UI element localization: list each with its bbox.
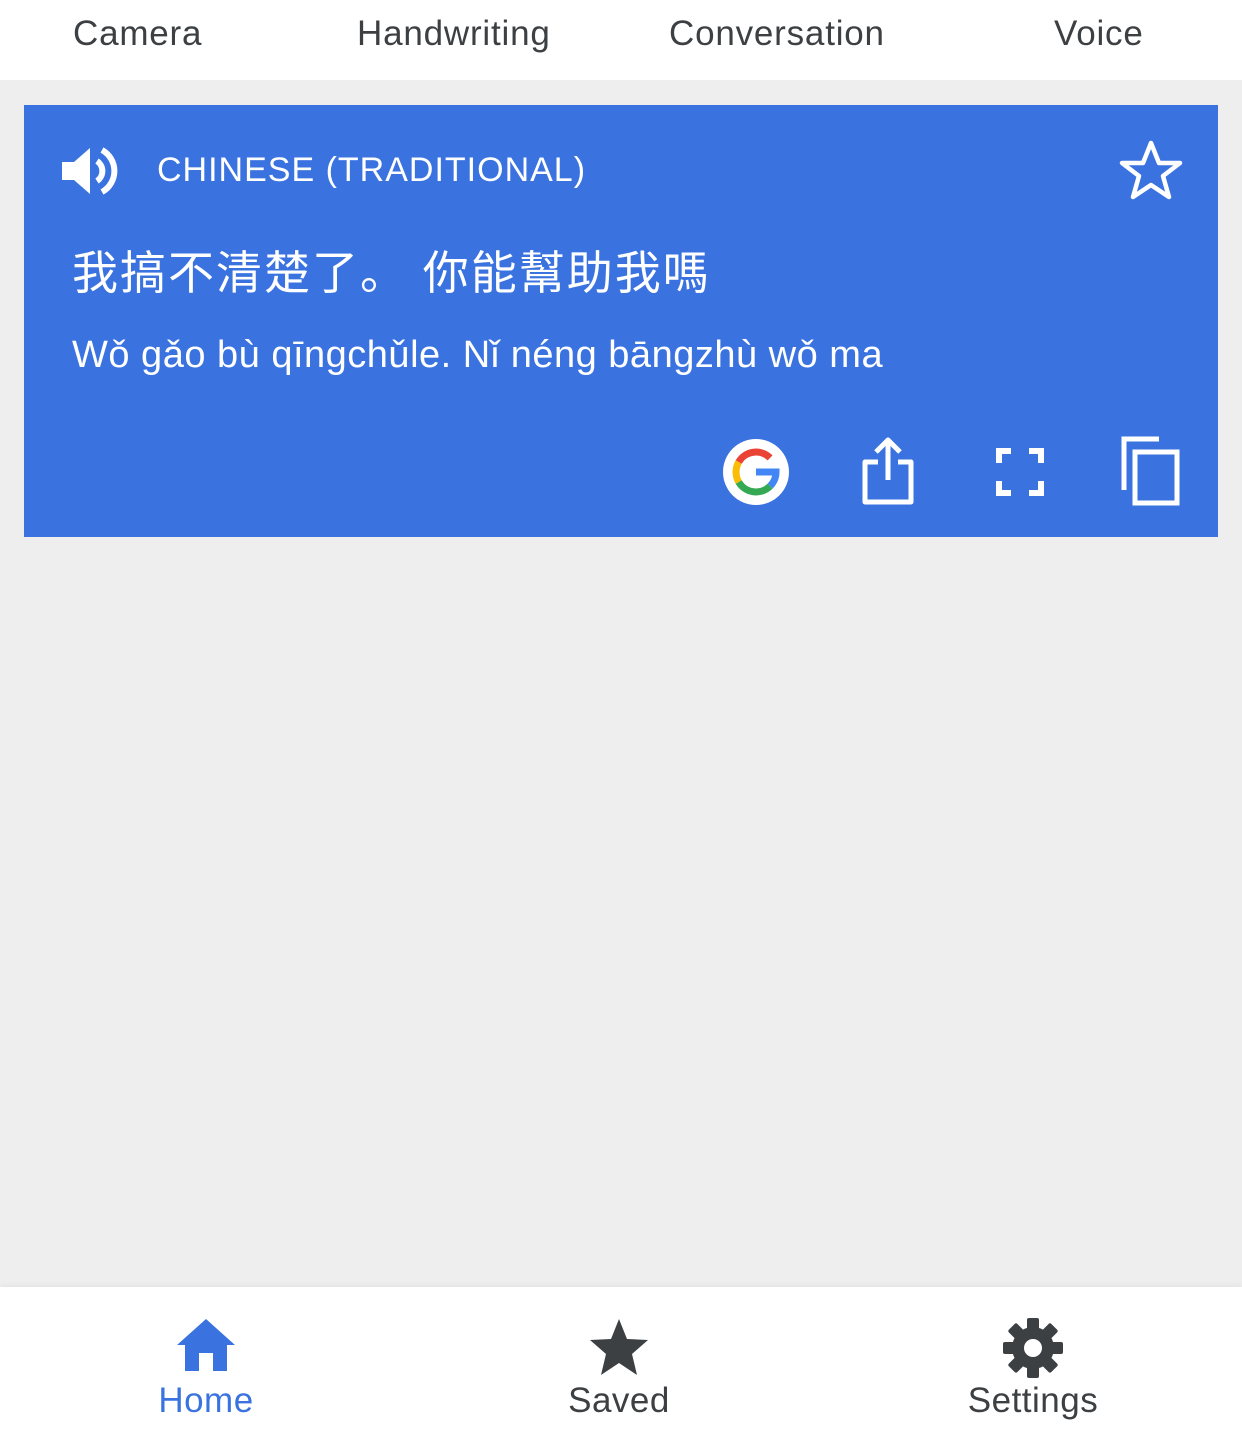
- save-star-button[interactable]: [1118, 139, 1184, 201]
- google-search-button[interactable]: [722, 438, 790, 506]
- nav-home-label: Home: [158, 1381, 254, 1420]
- share-icon: [862, 437, 914, 505]
- nav-settings-label: Settings: [967, 1381, 1099, 1420]
- home-icon: [177, 1319, 235, 1371]
- translated-text: 我搞不清楚了。 你能幫助我嗎: [72, 247, 711, 299]
- speaker-icon: [62, 147, 118, 195]
- target-language-label: CHINESE (TRADITIONAL): [157, 151, 587, 189]
- nav-settings[interactable]: Settings: [903, 1311, 1163, 1431]
- tab-voice[interactable]: Voice: [1054, 12, 1144, 56]
- tab-camera[interactable]: Camera: [73, 12, 202, 56]
- copy-icon: [1121, 436, 1180, 506]
- gear-icon: [1003, 1318, 1063, 1378]
- nav-home[interactable]: Home: [76, 1311, 336, 1431]
- translation-card: CHINESE (TRADITIONAL) 我搞不清楚了。 你能幫助我嗎 Wǒ …: [24, 105, 1218, 537]
- nav-saved-label: Saved: [568, 1381, 670, 1420]
- fullscreen-button[interactable]: [996, 448, 1044, 496]
- mode-tab-bar: Camera Handwriting Conversation Voice: [0, 0, 1242, 80]
- tab-conversation[interactable]: Conversation: [669, 12, 885, 56]
- speaker-button[interactable]: [60, 145, 118, 197]
- fullscreen-icon: [996, 448, 1044, 496]
- romanization-text: Wǒ gǎo bù qīngchǔle. Nǐ néng bāngzhù wǒ …: [72, 334, 884, 376]
- share-button[interactable]: [861, 436, 915, 506]
- tab-handwriting[interactable]: Handwriting: [357, 12, 551, 56]
- copy-button[interactable]: [1121, 436, 1181, 506]
- google-icon: [723, 439, 789, 505]
- star-icon: [590, 1319, 648, 1375]
- bottom-navigation: Home Saved Settings: [0, 1287, 1242, 1455]
- star-outline-icon: [1119, 140, 1183, 200]
- nav-saved[interactable]: Saved: [489, 1311, 749, 1431]
